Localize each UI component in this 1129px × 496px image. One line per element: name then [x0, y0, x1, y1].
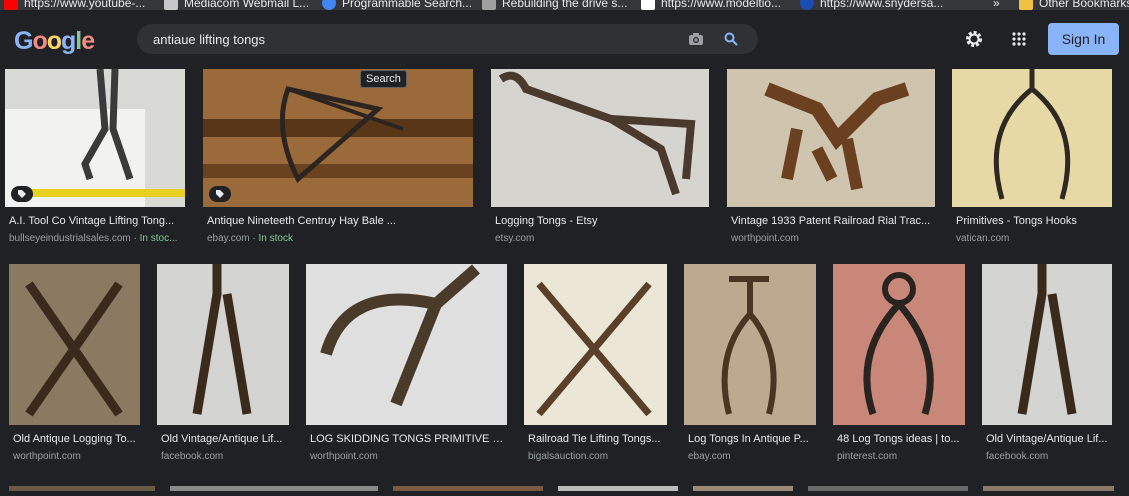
result-thumbnail[interactable] [982, 264, 1112, 425]
result-source: bullseyeindustrialsales.com · In stoc... [9, 233, 178, 244]
result-card[interactable]: Old Vintage/Antique Lif... facebook.com [157, 264, 291, 464]
result-source: ebay.com [688, 451, 731, 462]
result-source: vatican.com [956, 233, 1010, 244]
result-title[interactable]: Logging Tongs - Etsy [495, 215, 709, 227]
bookmarks-overflow-button[interactable]: » [993, 0, 1000, 10]
result-card[interactable]: Antique Nineteeth Centruy Hay Bale ... e… [203, 69, 475, 249]
next-row-thumbnails [0, 478, 1129, 491]
result-title[interactable]: LOG SKIDDING TONGS PRIMITIVE M... [310, 433, 507, 445]
shopping-tag-icon [209, 186, 231, 202]
result-card[interactable]: 48 Log Tongs ideas | to... pinterest.com [833, 264, 967, 464]
result-card[interactable]: A.I. Tool Co Vintage Lifting Tong... bul… [5, 69, 187, 249]
search-icon[interactable] [722, 30, 740, 48]
result-card[interactable]: LOG SKIDDING TONGS PRIMITIVE M... worthp… [306, 264, 509, 464]
result-card[interactable]: Old Antique Logging To... worthpoint.com [9, 264, 142, 464]
result-card[interactable]: Log Tongs In Antique P... ebay.com [684, 264, 818, 464]
result-title[interactable]: Old Vintage/Antique Lif... [986, 433, 1112, 445]
result-card[interactable]: Logging Tongs - Etsy etsy.com [491, 69, 711, 249]
bookmark-mediacom[interactable]: Mediacom Webmail L... [164, 0, 309, 10]
shopping-tag-icon [11, 186, 33, 202]
bookmark-rebuilding[interactable]: Rebuilding the drive s... [482, 0, 627, 10]
page-icon [482, 0, 496, 10]
page-icon [641, 0, 655, 10]
result-source: worthpoint.com [731, 233, 799, 244]
search-header: Google antiaue lifting tongs Sign In [0, 10, 1129, 66]
result-source: bigalsauction.com [528, 451, 609, 462]
result-title[interactable]: Old Antique Logging To... [13, 433, 140, 445]
result-card[interactable]: Primitives - Tongs Hooks vatican.com [952, 69, 1114, 249]
result-title[interactable]: Vintage 1933 Patent Railroad Rial Trac..… [731, 215, 935, 227]
result-thumbnail[interactable] [684, 264, 816, 425]
site-icon [800, 0, 814, 10]
result-title[interactable]: Primitives - Tongs Hooks [956, 215, 1112, 227]
result-title[interactable]: Antique Nineteeth Centruy Hay Bale ... [207, 215, 473, 227]
result-thumbnail[interactable] [952, 69, 1112, 207]
bookmark-modeltio[interactable]: https://www.modeltio... [641, 0, 781, 10]
result-card[interactable]: Railroad Tie Lifting Tongs... bigalsauct… [524, 264, 669, 464]
bookmark-youtube[interactable]: https://www.youtube-... [4, 0, 145, 10]
result-thumbnail[interactable] [9, 264, 140, 425]
gear-icon[interactable] [963, 28, 985, 50]
search-tooltip: Search [360, 70, 407, 88]
result-title[interactable]: Old Vintage/Antique Lif... [161, 433, 289, 445]
result-source: pinterest.com [837, 451, 898, 462]
result-thumbnail[interactable] [727, 69, 935, 207]
result-thumbnail[interactable] [306, 264, 507, 425]
result-title[interactable]: Log Tongs In Antique P... [688, 433, 816, 445]
sign-in-button[interactable]: Sign In [1048, 23, 1119, 55]
result-thumbnail[interactable] [491, 69, 709, 207]
search-box[interactable]: antiaue lifting tongs [137, 24, 758, 54]
google-icon [322, 0, 336, 10]
result-thumbnail[interactable] [524, 264, 667, 425]
result-thumbnail[interactable] [157, 264, 289, 425]
other-bookmarks[interactable]: Other Bookmarks [1019, 0, 1129, 10]
result-source: worthpoint.com [13, 451, 81, 462]
result-title[interactable]: A.I. Tool Co Vintage Lifting Tong... [9, 215, 185, 227]
result-thumbnail[interactable] [833, 264, 965, 425]
bookmarks-bar: https://www.youtube-... Mediacom Webmail… [0, 0, 1129, 10]
result-card[interactable]: Vintage 1933 Patent Railroad Rial Trac..… [727, 69, 937, 249]
result-thumbnail[interactable] [5, 69, 185, 207]
search-input[interactable]: antiaue lifting tongs [153, 32, 265, 47]
google-logo[interactable]: Google [14, 27, 95, 56]
result-title[interactable]: 48 Log Tongs ideas | to... [837, 433, 965, 445]
result-source: etsy.com [495, 233, 535, 244]
result-source: facebook.com [161, 451, 224, 462]
result-source: worthpoint.com [310, 451, 378, 462]
camera-icon[interactable] [687, 30, 705, 48]
result-card[interactable]: Old Vintage/Antique Lif... facebook.com [982, 264, 1114, 464]
result-source: ebay.com · In stock [207, 233, 293, 244]
apps-grid-icon[interactable] [1008, 28, 1030, 50]
youtube-icon [4, 0, 18, 10]
bookmark-snydersa[interactable]: https://www.snydersa... [800, 0, 943, 10]
folder-icon [1019, 0, 1033, 10]
result-source: facebook.com [986, 451, 1049, 462]
mail-icon [164, 0, 178, 10]
bookmark-programmable-search[interactable]: Programmable Search... [322, 0, 472, 10]
result-thumbnail[interactable] [203, 69, 473, 207]
result-title[interactable]: Railroad Tie Lifting Tongs... [528, 433, 667, 445]
